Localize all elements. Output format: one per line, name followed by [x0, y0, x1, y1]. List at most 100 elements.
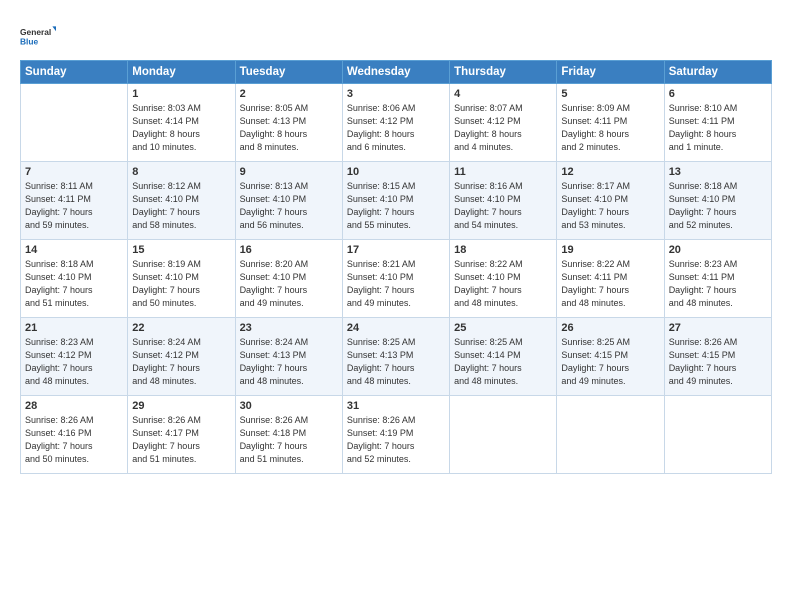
day-info: Sunrise: 8:13 AM Sunset: 4:10 PM Dayligh… — [240, 180, 338, 232]
calendar-cell: 29Sunrise: 8:26 AM Sunset: 4:17 PM Dayli… — [128, 396, 235, 474]
day-info: Sunrise: 8:24 AM Sunset: 4:12 PM Dayligh… — [132, 336, 230, 388]
day-info: Sunrise: 8:21 AM Sunset: 4:10 PM Dayligh… — [347, 258, 445, 310]
svg-text:General: General — [20, 27, 51, 37]
calendar-cell: 5 Sunrise: 8:09 AM Sunset: 4:11 PM Daylig… — [557, 84, 664, 162]
day-number: 15 — [132, 244, 230, 256]
calendar-cell: 28 Sunrise: 8:26 AM Sunset: 4:16 PM Dayli… — [21, 396, 128, 474]
week-row-2: 7 Sunrise: 8:11 AM Sunset: 4:11 PM Daylig… — [21, 162, 772, 240]
day-info: Sunrise: 8:17 AM Sunset: 4:10 PM Dayligh… — [561, 180, 659, 232]
day-info: Sunrise: 8:26 AM Sunset: 4:18 PM Dayligh… — [240, 414, 338, 466]
day-number: 31 — [347, 400, 445, 412]
day-number: 12 — [561, 166, 659, 178]
calendar-cell: 21 Sunrise: 8:23 AM Sunset: 4:12 PM Dayli… — [21, 318, 128, 396]
calendar-cell: 19Sunrise: 8:22 AM Sunset: 4:11 PM Dayli… — [557, 240, 664, 318]
calendar-cell: 15 Sunrise: 8:19 AM Sunset: 4:10 PM Dayli… — [128, 240, 235, 318]
col-header-monday: Monday — [128, 61, 235, 84]
calendar-table: SundayMondayTuesdayWednesdayThursdayFrid… — [20, 60, 772, 474]
calendar-cell: 9 Sunrise: 8:13 AM Sunset: 4:10 PM Daylig… — [235, 162, 342, 240]
calendar-cell: 27 Sunrise: 8:26 AM Sunset: 4:15 PM Dayli… — [664, 318, 771, 396]
day-number: 27 — [669, 322, 767, 334]
header-row: SundayMondayTuesdayWednesdayThursdayFrid… — [21, 61, 772, 84]
calendar-cell: 25 Sunrise: 8:25 AM Sunset: 4:14 PM Dayli… — [450, 318, 557, 396]
calendar-cell: 17Sunrise: 8:21 AM Sunset: 4:10 PM Dayli… — [342, 240, 449, 318]
day-number: 14 — [25, 244, 123, 256]
calendar-cell: 18 Sunrise: 8:22 AM Sunset: 4:10 PM Dayli… — [450, 240, 557, 318]
calendar-cell: 23 Sunrise: 8:24 AM Sunset: 4:13 PM Dayli… — [235, 318, 342, 396]
day-info: Sunrise: 8:25 AM Sunset: 4:13 PM Dayligh… — [347, 336, 445, 388]
day-number: 7 — [25, 166, 123, 178]
calendar-cell: 30 Sunrise: 8:26 AM Sunset: 4:18 PM Dayli… — [235, 396, 342, 474]
day-number: 23 — [240, 322, 338, 334]
calendar-cell: 26 Sunrise: 8:25 AM Sunset: 4:15 PM Dayli… — [557, 318, 664, 396]
day-info: Sunrise: 8:16 AM Sunset: 4:10 PM Dayligh… — [454, 180, 552, 232]
calendar-cell: 3 Sunrise: 8:06 AM Sunset: 4:12 PM Daylig… — [342, 84, 449, 162]
calendar-cell: 13 Sunrise: 8:18 AM Sunset: 4:10 PM Dayli… — [664, 162, 771, 240]
day-info: Sunrise: 8:09 AM Sunset: 4:11 PM Dayligh… — [561, 102, 659, 154]
day-number: 3 — [347, 88, 445, 100]
calendar-cell: 7 Sunrise: 8:11 AM Sunset: 4:11 PM Daylig… — [21, 162, 128, 240]
day-info: Sunrise: 8:26 AM Sunset: 4:15 PM Dayligh… — [669, 336, 767, 388]
col-header-sunday: Sunday — [21, 61, 128, 84]
col-header-wednesday: Wednesday — [342, 61, 449, 84]
page: General Blue SundayMondayTuesdayWednesda… — [0, 0, 792, 612]
logo-svg: General Blue — [20, 18, 56, 54]
day-info: Sunrise: 8:23 AM Sunset: 4:12 PM Dayligh… — [25, 336, 123, 388]
calendar-cell: 6 Sunrise: 8:10 AM Sunset: 4:11 PM Daylig… — [664, 84, 771, 162]
day-number: 21 — [25, 322, 123, 334]
calendar-cell: 14 Sunrise: 8:18 AM Sunset: 4:10 PM Dayli… — [21, 240, 128, 318]
day-number: 28 — [25, 400, 123, 412]
day-number: 25 — [454, 322, 552, 334]
day-info: Sunrise: 8:25 AM Sunset: 4:14 PM Dayligh… — [454, 336, 552, 388]
day-number: 1 — [132, 88, 230, 100]
header: General Blue — [20, 18, 772, 54]
day-number: 30 — [240, 400, 338, 412]
col-header-saturday: Saturday — [664, 61, 771, 84]
day-number: 11 — [454, 166, 552, 178]
day-number: 4 — [454, 88, 552, 100]
calendar-cell: 20Sunrise: 8:23 AM Sunset: 4:11 PM Dayli… — [664, 240, 771, 318]
day-number: 26 — [561, 322, 659, 334]
day-number: 10 — [347, 166, 445, 178]
day-info: Sunrise: 8:07 AM Sunset: 4:12 PM Dayligh… — [454, 102, 552, 154]
day-number: 9 — [240, 166, 338, 178]
calendar-cell: 31Sunrise: 8:26 AM Sunset: 4:19 PM Dayli… — [342, 396, 449, 474]
day-info: Sunrise: 8:05 AM Sunset: 4:13 PM Dayligh… — [240, 102, 338, 154]
day-info: Sunrise: 8:10 AM Sunset: 4:11 PM Dayligh… — [669, 102, 767, 154]
calendar-cell: 22 Sunrise: 8:24 AM Sunset: 4:12 PM Dayli… — [128, 318, 235, 396]
week-row-3: 14 Sunrise: 8:18 AM Sunset: 4:10 PM Dayli… — [21, 240, 772, 318]
week-row-4: 21 Sunrise: 8:23 AM Sunset: 4:12 PM Dayli… — [21, 318, 772, 396]
day-number: 6 — [669, 88, 767, 100]
day-info: Sunrise: 8:24 AM Sunset: 4:13 PM Dayligh… — [240, 336, 338, 388]
day-number: 16 — [240, 244, 338, 256]
calendar-cell: 11 Sunrise: 8:16 AM Sunset: 4:10 PM Dayli… — [450, 162, 557, 240]
calendar-cell: 8Sunrise: 8:12 AM Sunset: 4:10 PM Daylig… — [128, 162, 235, 240]
day-info: Sunrise: 8:18 AM Sunset: 4:10 PM Dayligh… — [25, 258, 123, 310]
calendar-cell — [21, 84, 128, 162]
calendar-cell: 12 Sunrise: 8:17 AM Sunset: 4:10 PM Dayli… — [557, 162, 664, 240]
logo: General Blue — [20, 18, 56, 54]
col-header-thursday: Thursday — [450, 61, 557, 84]
day-number: 8 — [132, 166, 230, 178]
day-info: Sunrise: 8:11 AM Sunset: 4:11 PM Dayligh… — [25, 180, 123, 232]
calendar-cell: 2 Sunrise: 8:05 AM Sunset: 4:13 PM Daylig… — [235, 84, 342, 162]
day-info: Sunrise: 8:03 AM Sunset: 4:14 PM Dayligh… — [132, 102, 230, 154]
day-info: Sunrise: 8:25 AM Sunset: 4:15 PM Dayligh… — [561, 336, 659, 388]
day-number: 24 — [347, 322, 445, 334]
day-info: Sunrise: 8:18 AM Sunset: 4:10 PM Dayligh… — [669, 180, 767, 232]
col-header-tuesday: Tuesday — [235, 61, 342, 84]
day-number: 5 — [561, 88, 659, 100]
day-info: Sunrise: 8:22 AM Sunset: 4:10 PM Dayligh… — [454, 258, 552, 310]
day-number: 22 — [132, 322, 230, 334]
day-info: Sunrise: 8:19 AM Sunset: 4:10 PM Dayligh… — [132, 258, 230, 310]
calendar-cell — [557, 396, 664, 474]
day-number: 2 — [240, 88, 338, 100]
col-header-friday: Friday — [557, 61, 664, 84]
day-number: 18 — [454, 244, 552, 256]
calendar-cell — [664, 396, 771, 474]
day-info: Sunrise: 8:26 AM Sunset: 4:17 PM Dayligh… — [132, 414, 230, 466]
day-info: Sunrise: 8:23 AM Sunset: 4:11 PM Dayligh… — [669, 258, 767, 310]
day-info: Sunrise: 8:06 AM Sunset: 4:12 PM Dayligh… — [347, 102, 445, 154]
svg-text:Blue: Blue — [20, 36, 39, 46]
day-number: 13 — [669, 166, 767, 178]
day-info: Sunrise: 8:26 AM Sunset: 4:16 PM Dayligh… — [25, 414, 123, 466]
